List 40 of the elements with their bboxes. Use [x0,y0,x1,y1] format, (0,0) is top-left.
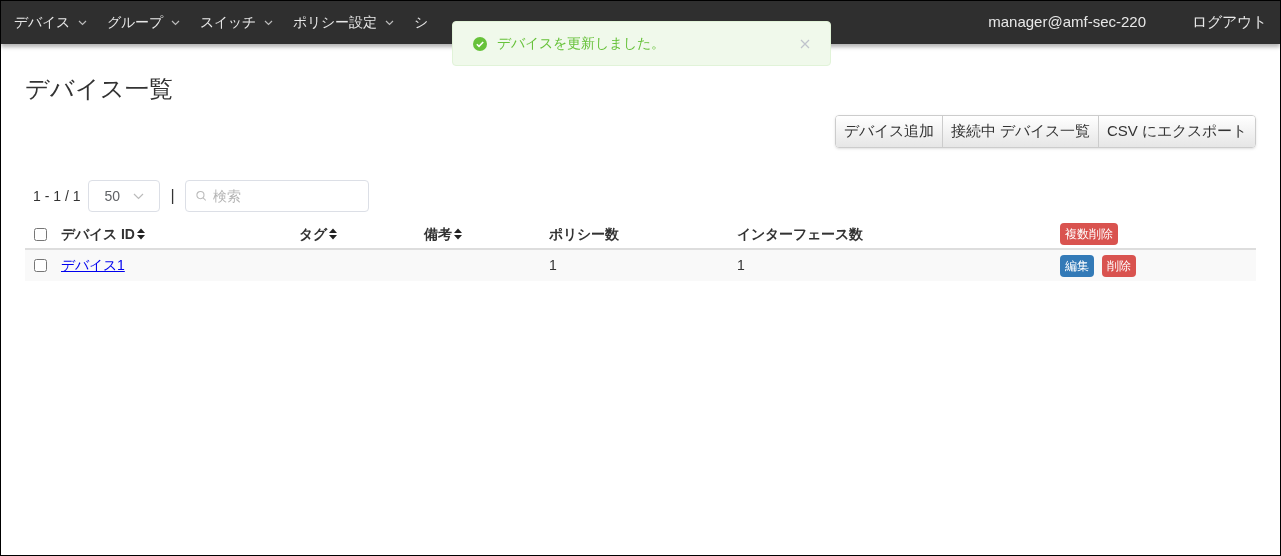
search-icon [195,190,207,202]
column-header[interactable]: タグ [299,223,327,245]
toast-message: デバイスを更新しました。 [497,34,665,53]
nav-menu[interactable]: グループ [107,12,180,33]
chevron-down-icon [78,19,87,26]
select-all-checkbox[interactable] [34,227,47,241]
column-header: インターフェース数 [737,224,863,244]
sort-icon[interactable] [136,228,145,240]
chevron-down-icon [264,19,273,26]
device-link[interactable]: デバイス1 [61,257,125,273]
nav-menu[interactable]: スイッチ [200,12,273,33]
row-checkbox[interactable] [34,259,47,272]
table-cell: 1 [737,257,745,273]
chevron-down-icon [171,19,180,26]
delete-button[interactable]: 削除 [1102,254,1136,277]
column-header: ポリシー数 [549,224,619,244]
nav-menu[interactable]: ポリシー設定 [293,12,394,33]
logout-link[interactable]: ログアウト [1192,11,1267,34]
chevron-down-icon [385,19,394,26]
column-header[interactable]: 備考 [424,223,452,245]
page-title: デバイス一覧 [25,74,174,104]
bulk-delete-button[interactable]: 複数削除 [1060,223,1118,245]
check-circle-icon [473,36,487,51]
edit-button[interactable]: 編集 [1060,254,1094,277]
chevron-down-icon [133,192,145,200]
toolbar-button[interactable]: デバイス追加 [835,116,942,147]
nav-menu[interactable]: シ [414,12,428,33]
search-input[interactable]: 検索 [213,185,358,207]
separator-text: | [170,186,175,206]
nav-menu[interactable]: デバイス [14,12,87,33]
column-header[interactable]: デバイス ID [61,223,135,245]
toolbar-button[interactable]: 接続中 デバイス一覧 [941,116,1098,147]
user-name: manager@amf-sec-220 [988,12,1146,33]
sort-icon[interactable] [454,228,462,240]
sort-icon[interactable] [329,228,337,240]
pagination-range: 1 - 1 / 1 [33,186,81,206]
table-cell: 1 [549,257,557,273]
page-size-select[interactable]: 50 [88,180,161,212]
search-field[interactable]: 検索 [184,180,369,212]
toolbar-button[interactable]: CSV にエクスポート [1098,116,1255,147]
